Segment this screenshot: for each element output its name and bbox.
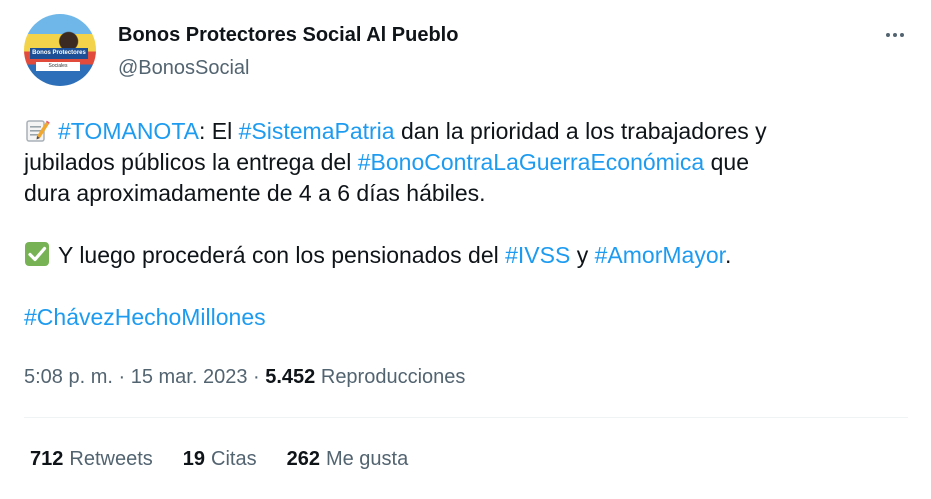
tweet-text-fragment: que [704, 149, 749, 175]
meta-separator: · [247, 366, 266, 388]
tweet-date[interactable]: 15 mar. 2023 [131, 366, 248, 388]
check-mark-icon [25, 242, 49, 266]
likes-stat[interactable]: 262 Me gusta [287, 446, 409, 472]
hashtag-chavezhechomillones[interactable]: #ChávezHechoMillones [24, 304, 266, 330]
tweet-text-fragment: dura aproximadamente de 4 a 6 días hábil… [24, 180, 486, 206]
tweet-text-fragment: : El [199, 118, 239, 144]
hashtag-tomanota[interactable]: #TOMANOTA [58, 118, 199, 144]
views-count: 5.452 [265, 366, 316, 388]
engagement-stats: 712 Retweets 19 Citas 262 Me gusta [30, 446, 438, 472]
avatar-caption: Bonos Protectores [30, 48, 88, 59]
hashtag-amormayor[interactable]: #AmorMayor [595, 242, 725, 268]
tweet-text: #TOMANOTA: El #SistemaPatria dan la prio… [24, 116, 914, 333]
hashtag-ivss[interactable]: #IVSS [505, 242, 570, 268]
author-handle[interactable]: @BonosSocial [118, 55, 249, 81]
tweet-text-fragment: . [725, 242, 732, 268]
likes-count: 262 [286, 448, 320, 470]
tweet-text-fragment: dan la prioridad a los trabajadores y [394, 118, 767, 144]
tweet-text-fragment: jubilados públicos la entrega del [24, 149, 358, 175]
divider [24, 417, 908, 418]
avatar[interactable]: Bonos Protectores Sociales [24, 14, 96, 86]
quotes-count: 19 [182, 448, 205, 470]
tweet-meta: 5:08 p. m. · 15 mar. 2023 · 5.452 Reprod… [24, 364, 465, 390]
hashtag-bonocontralaguerraeconomica[interactable]: #BonoContraLaGuerraEconómica [358, 149, 704, 175]
memo-icon [26, 120, 50, 142]
quotes-label: Citas [211, 448, 257, 470]
tweet-time[interactable]: 5:08 p. m. [24, 366, 113, 388]
views-label: Reproducciones [315, 366, 466, 388]
avatar-caption-2: Sociales [36, 62, 80, 71]
likes-label: Me gusta [325, 448, 409, 470]
more-options-icon[interactable] [880, 22, 910, 48]
tweet-text-fragment: Y luego procederá con los pensionados de… [58, 242, 506, 268]
tweet-text-fragment: y [570, 242, 595, 268]
meta-separator: · [112, 366, 131, 388]
retweets-label: Retweets [69, 448, 153, 470]
author-display-name[interactable]: Bonos Protectores Social Al Pueblo [118, 22, 458, 48]
hashtag-sistemapatria[interactable]: #SistemaPatria [239, 118, 395, 144]
quotes-stat[interactable]: 19 Citas [183, 446, 257, 472]
retweets-stat[interactable]: 712 Retweets [30, 446, 153, 472]
retweets-count: 712 [30, 448, 64, 470]
